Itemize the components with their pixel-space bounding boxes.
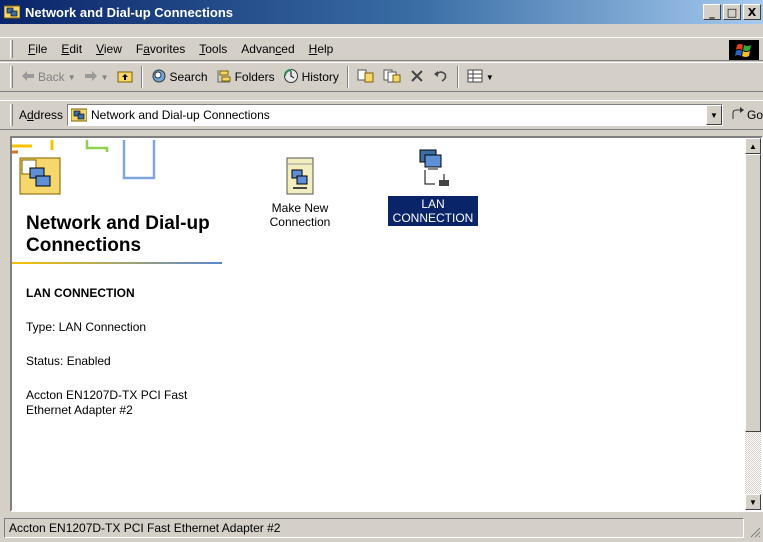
history-button[interactable]: History <box>279 66 343 89</box>
forward-arrow-icon <box>84 70 98 85</box>
vertical-scrollbar[interactable]: ▲ ▼ <box>745 138 761 510</box>
menu-file-label: ile <box>35 42 48 56</box>
go-button[interactable]: Go <box>731 106 763 124</box>
folders-label: Folders <box>234 70 275 84</box>
scroll-down-arrow-icon[interactable]: ▼ <box>745 494 761 510</box>
toolbar-separator <box>456 66 459 88</box>
selected-item-status: Status: Enabled <box>26 354 111 368</box>
menubar-grip[interactable] <box>10 40 13 58</box>
address-dropdown-button[interactable]: ▼ <box>705 105 722 125</box>
move-to-icon <box>357 68 375 87</box>
up-folder-icon <box>117 69 133 86</box>
search-button[interactable]: Search <box>147 66 212 89</box>
toolbar-separator <box>346 66 349 88</box>
maximize-button[interactable]: □ <box>723 4 741 20</box>
views-dropdown-icon[interactable]: ▼ <box>486 73 494 82</box>
copy-to-button[interactable] <box>379 66 405 89</box>
network-folder-icon <box>70 106 88 125</box>
selected-item-type: Type: LAN Connection <box>26 320 147 334</box>
pane-title: Network and Dial-up Connections <box>26 213 210 256</box>
folders-icon <box>216 68 232 87</box>
folders-button[interactable]: Folders <box>212 66 279 89</box>
status-bar: Accton EN1207D-TX PCI Fast Ethernet Adap… <box>0 516 763 540</box>
scroll-up-arrow-icon[interactable]: ▲ <box>745 138 761 154</box>
menu-view-accel: V <box>96 42 104 56</box>
menu-view[interactable]: View <box>89 40 129 58</box>
go-label: Go <box>746 108 763 122</box>
folder-view: Network and Dial-up Connections LAN CONN… <box>10 136 763 512</box>
close-button[interactable]: X <box>743 4 761 20</box>
toolbar-separator <box>140 66 143 88</box>
lan-connection-icon <box>388 148 478 192</box>
network-folder-icon <box>3 3 21 22</box>
address-value: Network and Dial-up Connections <box>91 108 270 122</box>
search-icon <box>151 68 167 87</box>
make-new-connection-item[interactable]: Make New Connection <box>255 152 345 230</box>
address-label-rest: dress <box>33 108 64 122</box>
selected-item-name: LAN CONNECTION <box>26 286 135 300</box>
forward-button[interactable]: ▼ <box>80 68 113 87</box>
minimize-button[interactable]: _ <box>703 4 721 20</box>
up-folder-button[interactable] <box>113 67 137 88</box>
menu-file[interactable]: File <box>21 40 54 58</box>
make-new-connection-icon <box>255 152 345 196</box>
toolbar-grip[interactable] <box>10 66 13 88</box>
menu-advanced-pre: Advan <box>241 42 276 56</box>
lan-connection-label: LAN CONNECTION <box>388 196 478 226</box>
lan-connection-item[interactable]: LAN CONNECTION <box>388 148 478 226</box>
scrollbar-thumb[interactable] <box>745 154 761 432</box>
copy-to-icon <box>383 68 401 87</box>
web-view-pane: Network and Dial-up Connections LAN CONN… <box>12 138 222 510</box>
address-label-pre: A <box>18 108 27 122</box>
windows-logo-icon <box>729 40 759 60</box>
selection-details: LAN CONNECTION Type: LAN Connection Stat… <box>26 286 216 418</box>
address-label-accel: d <box>26 108 34 122</box>
menu-tools[interactable]: Tools <box>192 40 234 58</box>
menu-advanced-label: ed <box>281 42 295 56</box>
address-bar: Address Network and Dial-up Connections … <box>0 100 763 130</box>
network-folder-banner-icon <box>12 138 162 203</box>
menu-bar: File Edit View Favorites Tools Advanced … <box>0 37 763 61</box>
menu-favorites[interactable]: Favorites <box>129 40 192 58</box>
back-dropdown-icon[interactable]: ▼ <box>68 73 76 82</box>
window-title: Network and Dial-up Connections <box>25 4 234 20</box>
menu-view-label: iew <box>103 42 122 56</box>
back-label: Back <box>38 70 65 84</box>
forward-dropdown-icon[interactable]: ▼ <box>101 73 109 82</box>
menu-help-label: elp <box>317 42 334 56</box>
address-label: Address <box>19 108 63 122</box>
views-grid-icon <box>467 68 483 87</box>
go-arrow-icon <box>731 106 745 124</box>
delete-button[interactable] <box>405 66 429 89</box>
move-to-button[interactable] <box>353 66 379 89</box>
resize-grip-icon[interactable] <box>749 526 761 538</box>
search-label: Search <box>169 70 208 84</box>
history-icon <box>283 68 299 87</box>
undo-button[interactable] <box>429 66 453 89</box>
undo-icon <box>433 68 449 87</box>
title-bar[interactable]: Network and Dial-up Connections _ □ X <box>0 0 763 24</box>
standard-toolbar: Back ▼ ▼ Search Folders History ▼ <box>0 62 763 92</box>
addressbar-grip[interactable] <box>10 104 13 126</box>
menu-help[interactable]: Help <box>302 40 341 58</box>
selected-item-adapter: Accton EN1207D-TX PCI Fast Ethernet Adap… <box>26 388 188 417</box>
views-button[interactable]: ▼ <box>463 66 498 89</box>
pane-divider <box>12 262 222 264</box>
menu-favorites-label: vorites <box>149 42 186 56</box>
delete-x-icon <box>409 68 425 87</box>
status-text: Accton EN1207D-TX PCI Fast Ethernet Adap… <box>4 518 744 538</box>
history-label: History <box>301 70 339 84</box>
menu-edit[interactable]: Edit <box>54 40 89 58</box>
address-input[interactable]: Network and Dial-up Connections ▼ <box>67 104 723 126</box>
menu-favorites-accel: a <box>143 42 150 56</box>
explorer-window: Network and Dial-up Connections _ □ X Fi… <box>0 0 763 542</box>
back-button[interactable]: Back ▼ <box>17 68 80 87</box>
make-new-connection-label: Make New Connection <box>269 201 331 229</box>
menu-advanced[interactable]: Advanced <box>234 40 301 58</box>
menu-tools-label: ools <box>205 42 228 56</box>
back-arrow-icon <box>21 70 35 85</box>
menu-edit-label: dit <box>69 42 83 56</box>
